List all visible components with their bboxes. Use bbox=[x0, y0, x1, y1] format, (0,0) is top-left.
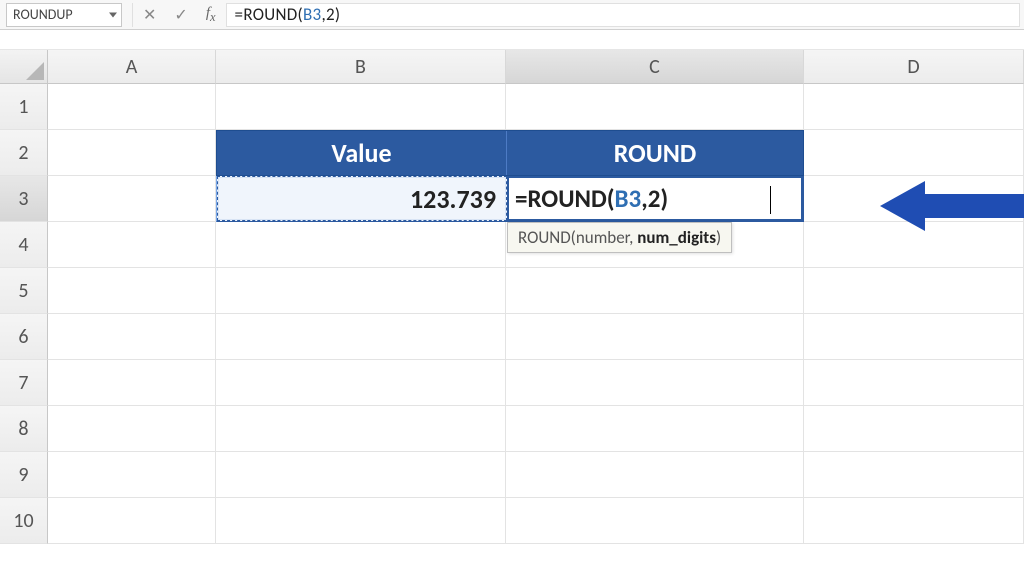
cell-B1[interactable] bbox=[216, 84, 506, 130]
row-header-9[interactable]: 9 bbox=[0, 452, 48, 498]
row-header-8[interactable]: 8 bbox=[0, 406, 48, 452]
cell-A8[interactable] bbox=[48, 406, 216, 452]
cell-B7[interactable] bbox=[216, 360, 506, 406]
cell-C3-editing[interactable]: =ROUND(B3,2) bbox=[507, 176, 803, 221]
spacer bbox=[0, 30, 1024, 50]
row-header-1[interactable]: 1 bbox=[0, 84, 48, 130]
edit-open: ( bbox=[607, 183, 615, 214]
formula-bar-controls: ✕ ✓ fx bbox=[143, 5, 216, 25]
cell-A7[interactable] bbox=[48, 360, 216, 406]
edit-fn: ROUND bbox=[527, 183, 606, 214]
cell-A9[interactable] bbox=[48, 452, 216, 498]
row-headers: 1 2 3 4 5 6 7 8 9 10 bbox=[0, 84, 48, 544]
fx-icon[interactable]: fx bbox=[206, 5, 216, 25]
cell-C1[interactable] bbox=[506, 84, 804, 130]
cell-B6[interactable] bbox=[216, 314, 506, 360]
cell-B3-value[interactable]: 123.739 bbox=[217, 176, 507, 221]
cell-A4[interactable] bbox=[48, 222, 216, 268]
edit-ref: B3 bbox=[615, 183, 642, 214]
cell-D5[interactable] bbox=[804, 268, 1024, 314]
chevron-down-icon[interactable] bbox=[109, 12, 117, 17]
formula-text-fn: ROUND bbox=[243, 4, 297, 25]
edit-arg2: 2 bbox=[648, 183, 661, 214]
row-header-5[interactable]: 5 bbox=[0, 268, 48, 314]
cell-D9[interactable] bbox=[804, 452, 1024, 498]
cell-A1[interactable] bbox=[48, 84, 216, 130]
cell-C9[interactable] bbox=[506, 452, 804, 498]
cell-D7[interactable] bbox=[804, 360, 1024, 406]
cell-A6[interactable] bbox=[48, 314, 216, 360]
arrow-left-icon bbox=[880, 176, 1024, 236]
edit-eq: = bbox=[515, 183, 527, 214]
cell-B8[interactable] bbox=[216, 406, 506, 452]
cell-D8[interactable] bbox=[804, 406, 1024, 452]
header-value[interactable]: Value bbox=[217, 131, 507, 175]
enter-icon[interactable]: ✓ bbox=[174, 5, 187, 25]
select-all-corner[interactable] bbox=[0, 50, 48, 84]
cell-B10[interactable] bbox=[216, 498, 506, 544]
cell-C7[interactable] bbox=[506, 360, 804, 406]
row-header-4[interactable]: 4 bbox=[0, 222, 48, 268]
cancel-icon[interactable]: ✕ bbox=[143, 5, 156, 25]
cell-A3[interactable] bbox=[48, 176, 216, 222]
table-header-row: Value ROUND bbox=[216, 130, 804, 176]
cells-area: Value ROUND 123.739 =ROUND(B3,2) ROUND(n… bbox=[48, 84, 1024, 544]
column-headers: A B C D bbox=[0, 50, 1024, 84]
cell-D1[interactable] bbox=[804, 84, 1024, 130]
tooltip-p2: num_digits bbox=[637, 227, 716, 248]
cell-C5[interactable] bbox=[506, 268, 804, 314]
cell-C8[interactable] bbox=[506, 406, 804, 452]
cell-B4[interactable] bbox=[216, 222, 506, 268]
tooltip-fn: ROUND bbox=[518, 227, 571, 248]
col-header-B[interactable]: B bbox=[216, 50, 506, 84]
cell-D10[interactable] bbox=[804, 498, 1024, 544]
cell-A2[interactable] bbox=[48, 130, 216, 176]
divider bbox=[132, 3, 133, 27]
row-header-7[interactable]: 7 bbox=[0, 360, 48, 406]
formula-bar: ROUNDUP ✕ ✓ fx =ROUND(B3,2) bbox=[0, 0, 1024, 30]
table-row-3: 123.739 =ROUND(B3,2) bbox=[216, 176, 804, 222]
row-header-6[interactable]: 6 bbox=[0, 314, 48, 360]
cell-C10[interactable] bbox=[506, 498, 804, 544]
header-round[interactable]: ROUND bbox=[507, 131, 803, 175]
formula-text-eq: = bbox=[235, 4, 244, 25]
spreadsheet-grid: A B C D 1 2 3 4 5 6 7 8 9 10 bbox=[0, 50, 1024, 544]
tooltip-close: ) bbox=[716, 227, 721, 248]
cell-D2[interactable] bbox=[804, 130, 1024, 176]
col-header-A[interactable]: A bbox=[48, 50, 216, 84]
row-header-2[interactable]: 2 bbox=[0, 130, 48, 176]
cell-C6[interactable] bbox=[506, 314, 804, 360]
formula-text-ref: B3 bbox=[303, 4, 321, 25]
edit-close: ) bbox=[660, 183, 668, 214]
row-header-10[interactable]: 10 bbox=[0, 498, 48, 544]
cell-A10[interactable] bbox=[48, 498, 216, 544]
row-header-3[interactable]: 3 bbox=[0, 176, 48, 222]
cell-D6[interactable] bbox=[804, 314, 1024, 360]
data-table: Value ROUND 123.739 =ROUND(B3,2) bbox=[216, 130, 804, 222]
name-box-value: ROUNDUP bbox=[13, 6, 73, 23]
cell-B5[interactable] bbox=[216, 268, 506, 314]
cell-B9[interactable] bbox=[216, 452, 506, 498]
text-caret-icon bbox=[770, 186, 771, 214]
formula-text-close: ) bbox=[335, 4, 340, 25]
name-box[interactable]: ROUNDUP bbox=[6, 3, 122, 27]
formula-text-arg2: 2 bbox=[326, 4, 335, 25]
col-header-C[interactable]: C bbox=[506, 50, 804, 84]
formula-input[interactable]: =ROUND(B3,2) bbox=[226, 3, 1020, 27]
function-tooltip[interactable]: ROUND(number, num_digits) bbox=[507, 222, 732, 253]
col-header-D[interactable]: D bbox=[804, 50, 1024, 84]
cell-A5[interactable] bbox=[48, 268, 216, 314]
tooltip-p1: number bbox=[576, 227, 629, 248]
